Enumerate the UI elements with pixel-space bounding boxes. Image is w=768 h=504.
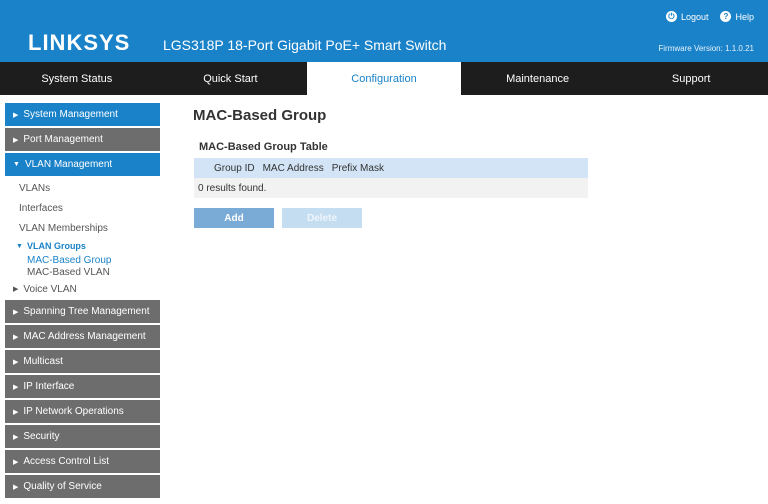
sidebar-item-label: IP Network Operations [23, 406, 124, 417]
help-link[interactable]: ? Help [720, 11, 754, 22]
caret-right-icon: ▶ [13, 358, 19, 366]
caret-right-icon: ▶ [13, 483, 19, 491]
top-links: ⏻ Logout ? Help [665, 11, 754, 22]
table-header: Group ID MAC Address Prefix Mask [194, 158, 588, 178]
sidebar-item-label: Access Control List [23, 456, 109, 467]
sidebar-item-system-management[interactable]: ▶ System Management [5, 103, 160, 126]
main-nav: System Status Quick Start Configuration … [0, 62, 768, 95]
sidebar-item-multicast[interactable]: ▶ Multicast [5, 350, 160, 373]
sidebar-item-mac-based-group[interactable]: MAC-Based Group [5, 254, 160, 266]
sidebar-item-label: Port Management [23, 134, 103, 145]
sidebar-item-label: VLAN Management [24, 159, 113, 170]
sidebar-item-ip-interface[interactable]: ▶ IP Interface [5, 375, 160, 398]
sidebar-item-vlan-groups[interactable]: ▼ VLAN Groups [5, 238, 160, 254]
sidebar-item-label: Voice VLAN [23, 283, 77, 295]
sidebar-item-ip-network-operations[interactable]: ▶ IP Network Operations [5, 400, 160, 423]
tab-quick-start[interactable]: Quick Start [154, 62, 308, 95]
sidebar-item-label: MAC Address Management [23, 331, 146, 342]
column-header-group-id: Group ID [214, 162, 255, 174]
sidebar-item-vlans[interactable]: VLANs [5, 178, 160, 198]
sidebar-item-quality-of-service[interactable]: ▶ Quality of Service [5, 475, 160, 498]
caret-down-icon: ▼ [13, 161, 20, 168]
sidebar-item-vlan-memberships[interactable]: VLAN Memberships [5, 218, 160, 238]
logout-label: Logout [680, 11, 709, 22]
add-button[interactable]: Add [194, 208, 274, 228]
sidebar-item-voice-vlan[interactable]: ▶ Voice VLAN [5, 278, 160, 300]
caret-right-icon: ▶ [13, 333, 19, 341]
caret-right-icon: ▶ [13, 408, 19, 416]
header: LINKSYS LGS318P 18-Port Gigabit PoE+ Sma… [0, 0, 768, 62]
column-header-mac-address: MAC Address [262, 162, 324, 174]
help-label: Help [735, 11, 754, 22]
column-header-prefix-mask: Prefix Mask [331, 162, 384, 174]
caret-right-icon: ▶ [13, 286, 19, 293]
firmware-version: Firmware Version: 1.1.0.21 [658, 44, 754, 53]
product-name: LGS318P 18-Port Gigabit PoE+ Smart Switc… [163, 37, 447, 53]
sidebar: ▶ System Management ▶ Port Management ▼ … [5, 103, 160, 504]
tab-configuration[interactable]: Configuration [307, 62, 461, 95]
sidebar-item-label: Multicast [23, 356, 63, 367]
caret-right-icon: ▶ [13, 383, 19, 391]
caret-down-icon: ▼ [16, 242, 23, 250]
sidebar-item-label: VLAN Groups [26, 241, 86, 251]
sidebar-item-label: IP Interface [23, 381, 75, 392]
mac-group-table: Group ID MAC Address Prefix Mask 0 resul… [194, 158, 588, 198]
sidebar-item-mac-based-vlan[interactable]: MAC-Based VLAN [5, 266, 160, 278]
linksys-logo: LINKSYS [28, 30, 131, 55]
sidebar-item-spanning-tree[interactable]: ▶ Spanning Tree Management [5, 300, 160, 323]
logout-link[interactable]: ⏻ Logout [665, 11, 709, 22]
main-content: MAC-Based Group MAC-Based Group Table Gr… [180, 103, 768, 228]
caret-right-icon: ▶ [13, 111, 19, 119]
sidebar-item-mac-address-management[interactable]: ▶ MAC Address Management [5, 325, 160, 348]
tab-system-status[interactable]: System Status [0, 62, 154, 95]
caret-right-icon: ▶ [13, 136, 19, 144]
sidebar-item-port-management[interactable]: ▶ Port Management [5, 128, 160, 151]
sidebar-item-label: Quality of Service [23, 481, 102, 492]
sidebar-item-label: System Management [23, 109, 118, 120]
delete-button[interactable]: Delete [282, 208, 362, 228]
sidebar-item-label: Spanning Tree Management [23, 306, 150, 317]
caret-right-icon: ▶ [13, 308, 19, 316]
tab-support[interactable]: Support [614, 62, 768, 95]
table-title: MAC-Based Group Table [199, 141, 328, 153]
sidebar-item-interfaces[interactable]: Interfaces [5, 198, 160, 218]
sidebar-item-security[interactable]: ▶ Security [5, 425, 160, 448]
empty-results-row: 0 results found. [194, 178, 588, 198]
help-icon: ? [720, 11, 732, 22]
caret-right-icon: ▶ [13, 458, 19, 466]
power-icon: ⏻ [665, 11, 677, 22]
tab-maintenance[interactable]: Maintenance [461, 62, 615, 95]
caret-right-icon: ▶ [13, 433, 19, 441]
sidebar-item-vlan-management[interactable]: ▼ VLAN Management [5, 153, 160, 176]
sidebar-item-label: Security [23, 431, 60, 442]
page-title: MAC-Based Group [193, 107, 327, 124]
sidebar-item-access-control-list[interactable]: ▶ Access Control List [5, 450, 160, 473]
